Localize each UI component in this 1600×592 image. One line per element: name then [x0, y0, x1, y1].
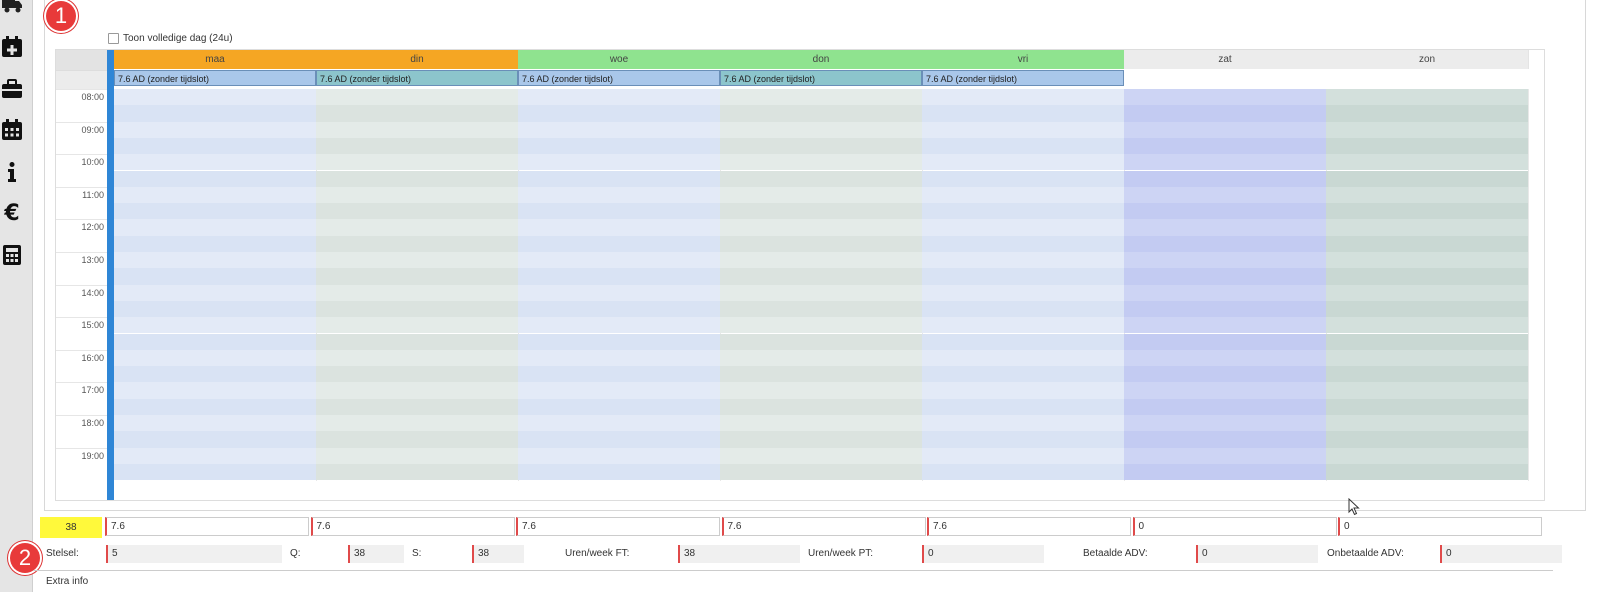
- time-separator: [56, 121, 112, 123]
- onbetaalde-adv-label: Onbetaalde ADV:: [1327, 548, 1404, 559]
- time-separator: [56, 186, 112, 188]
- calendar-plus-icon[interactable]: [0, 35, 24, 59]
- day-total-vri[interactable]: 7.6: [927, 517, 1131, 536]
- day-header-woe[interactable]: woe: [518, 50, 721, 69]
- footer-divider: [33, 570, 1553, 571]
- betaalde-adv-label: Betaalde ADV:: [1083, 548, 1148, 559]
- time-separator: [56, 284, 112, 286]
- day-header-vri[interactable]: vri: [922, 50, 1125, 69]
- step-badge-2: 2: [10, 543, 40, 573]
- day-header-zat[interactable]: zat: [1124, 50, 1327, 69]
- extra-info-label: Extra info: [46, 576, 89, 587]
- current-week-bar: [107, 50, 114, 500]
- time-label: 15:00: [81, 320, 104, 331]
- euro-icon[interactable]: €: [0, 201, 24, 225]
- day-total-maa[interactable]: 7.6: [105, 517, 309, 536]
- day-column-maa[interactable]: [114, 89, 317, 481]
- time-label: 18:00: [81, 418, 104, 428]
- time-separator: [56, 382, 112, 384]
- week-total: 38: [40, 517, 102, 538]
- day-column-zat[interactable]: [1124, 89, 1327, 481]
- ft-label: Uren/week FT:: [565, 548, 630, 559]
- calculator-icon[interactable]: [0, 243, 24, 267]
- info-icon[interactable]: [0, 160, 24, 184]
- onbetaalde-adv-field[interactable]: 0: [1440, 545, 1562, 563]
- time-separator: [56, 317, 112, 319]
- day-total-zon[interactable]: 0: [1338, 517, 1542, 536]
- time-separator: [56, 349, 112, 351]
- ft-field[interactable]: 38: [678, 545, 800, 563]
- allday-event-din[interactable]: 7.6 AD (zonder tijdslot): [316, 70, 518, 86]
- allday-event-vri[interactable]: 7.6 AD (zonder tijdslot): [922, 70, 1124, 86]
- allday-event-don[interactable]: 7.6 AD (zonder tijdslot): [720, 70, 922, 86]
- full-day-checkbox[interactable]: [108, 33, 119, 44]
- time-separator: [56, 447, 112, 449]
- pt-field[interactable]: 0: [922, 545, 1044, 563]
- time-label: 16:00: [81, 352, 104, 363]
- q-field[interactable]: 38: [348, 545, 404, 563]
- time-label: 12:00: [81, 222, 104, 233]
- time-label: 08:00: [81, 92, 104, 102]
- svg-text:€: €: [3, 202, 19, 224]
- time-label: 14:00: [81, 287, 104, 298]
- time-label: 17:00: [81, 385, 104, 396]
- s-label: S:: [412, 548, 422, 559]
- time-label: 11:00: [82, 189, 104, 200]
- day-column-din[interactable]: [316, 89, 519, 481]
- time-label: 10:00: [81, 157, 104, 168]
- week-calendar: maa 7.6 AD (zonder tijdslot) din 7.6 AD (zo…: [55, 49, 1545, 501]
- day-header-don[interactable]: don: [720, 50, 923, 69]
- day-header-din[interactable]: din: [316, 50, 519, 69]
- stelsel-field[interactable]: 5: [106, 545, 282, 563]
- time-label: 09:00: [81, 124, 104, 135]
- day-header-maa[interactable]: maa: [114, 50, 317, 69]
- allday-event-woe[interactable]: 7.6 AD (zonder tijdslot): [518, 70, 720, 86]
- stelsel-label: Stelsel:: [46, 548, 79, 559]
- day-total-don[interactable]: 7.6: [721, 517, 926, 536]
- step-badge-1: 1: [46, 1, 76, 31]
- day-total-zat[interactable]: 0: [1132, 517, 1337, 536]
- day-column-zon[interactable]: [1326, 89, 1529, 481]
- s-field[interactable]: 38: [472, 545, 524, 563]
- time-separator: [56, 415, 112, 416]
- time-label: 13:00: [81, 255, 104, 265]
- allday-event-maa[interactable]: 7.6 AD (zonder tijdslot): [114, 70, 316, 86]
- briefcase-icon[interactable]: [0, 77, 24, 101]
- day-column-don[interactable]: [720, 89, 923, 481]
- day-column-vri[interactable]: [922, 89, 1125, 481]
- day-column-woe[interactable]: [518, 89, 721, 481]
- truck-icon[interactable]: [0, 0, 24, 16]
- time-separator: [56, 219, 112, 221]
- day-header-zon[interactable]: zon: [1326, 50, 1529, 69]
- time-label: 19:00: [81, 450, 104, 461]
- time-separator: [56, 89, 112, 90]
- betaalde-adv-field[interactable]: 0: [1196, 545, 1318, 563]
- sidebar: €: [0, 0, 33, 592]
- q-label: Q:: [290, 548, 301, 559]
- day-total-din[interactable]: 7.6: [310, 517, 515, 536]
- day-total-woe[interactable]: 7.6: [516, 517, 720, 536]
- time-separator: [56, 252, 112, 253]
- calendar-icon[interactable]: [0, 118, 24, 142]
- time-separator: [56, 154, 112, 156]
- full-day-toggle[interactable]: Toon volledige dag (24u): [108, 33, 233, 44]
- mouse-cursor-icon: [1348, 497, 1360, 521]
- pt-label: Uren/week PT:: [808, 548, 874, 559]
- allday-gutter: [56, 70, 112, 90]
- full-day-toggle-label: Toon volledige dag (24u): [123, 33, 233, 44]
